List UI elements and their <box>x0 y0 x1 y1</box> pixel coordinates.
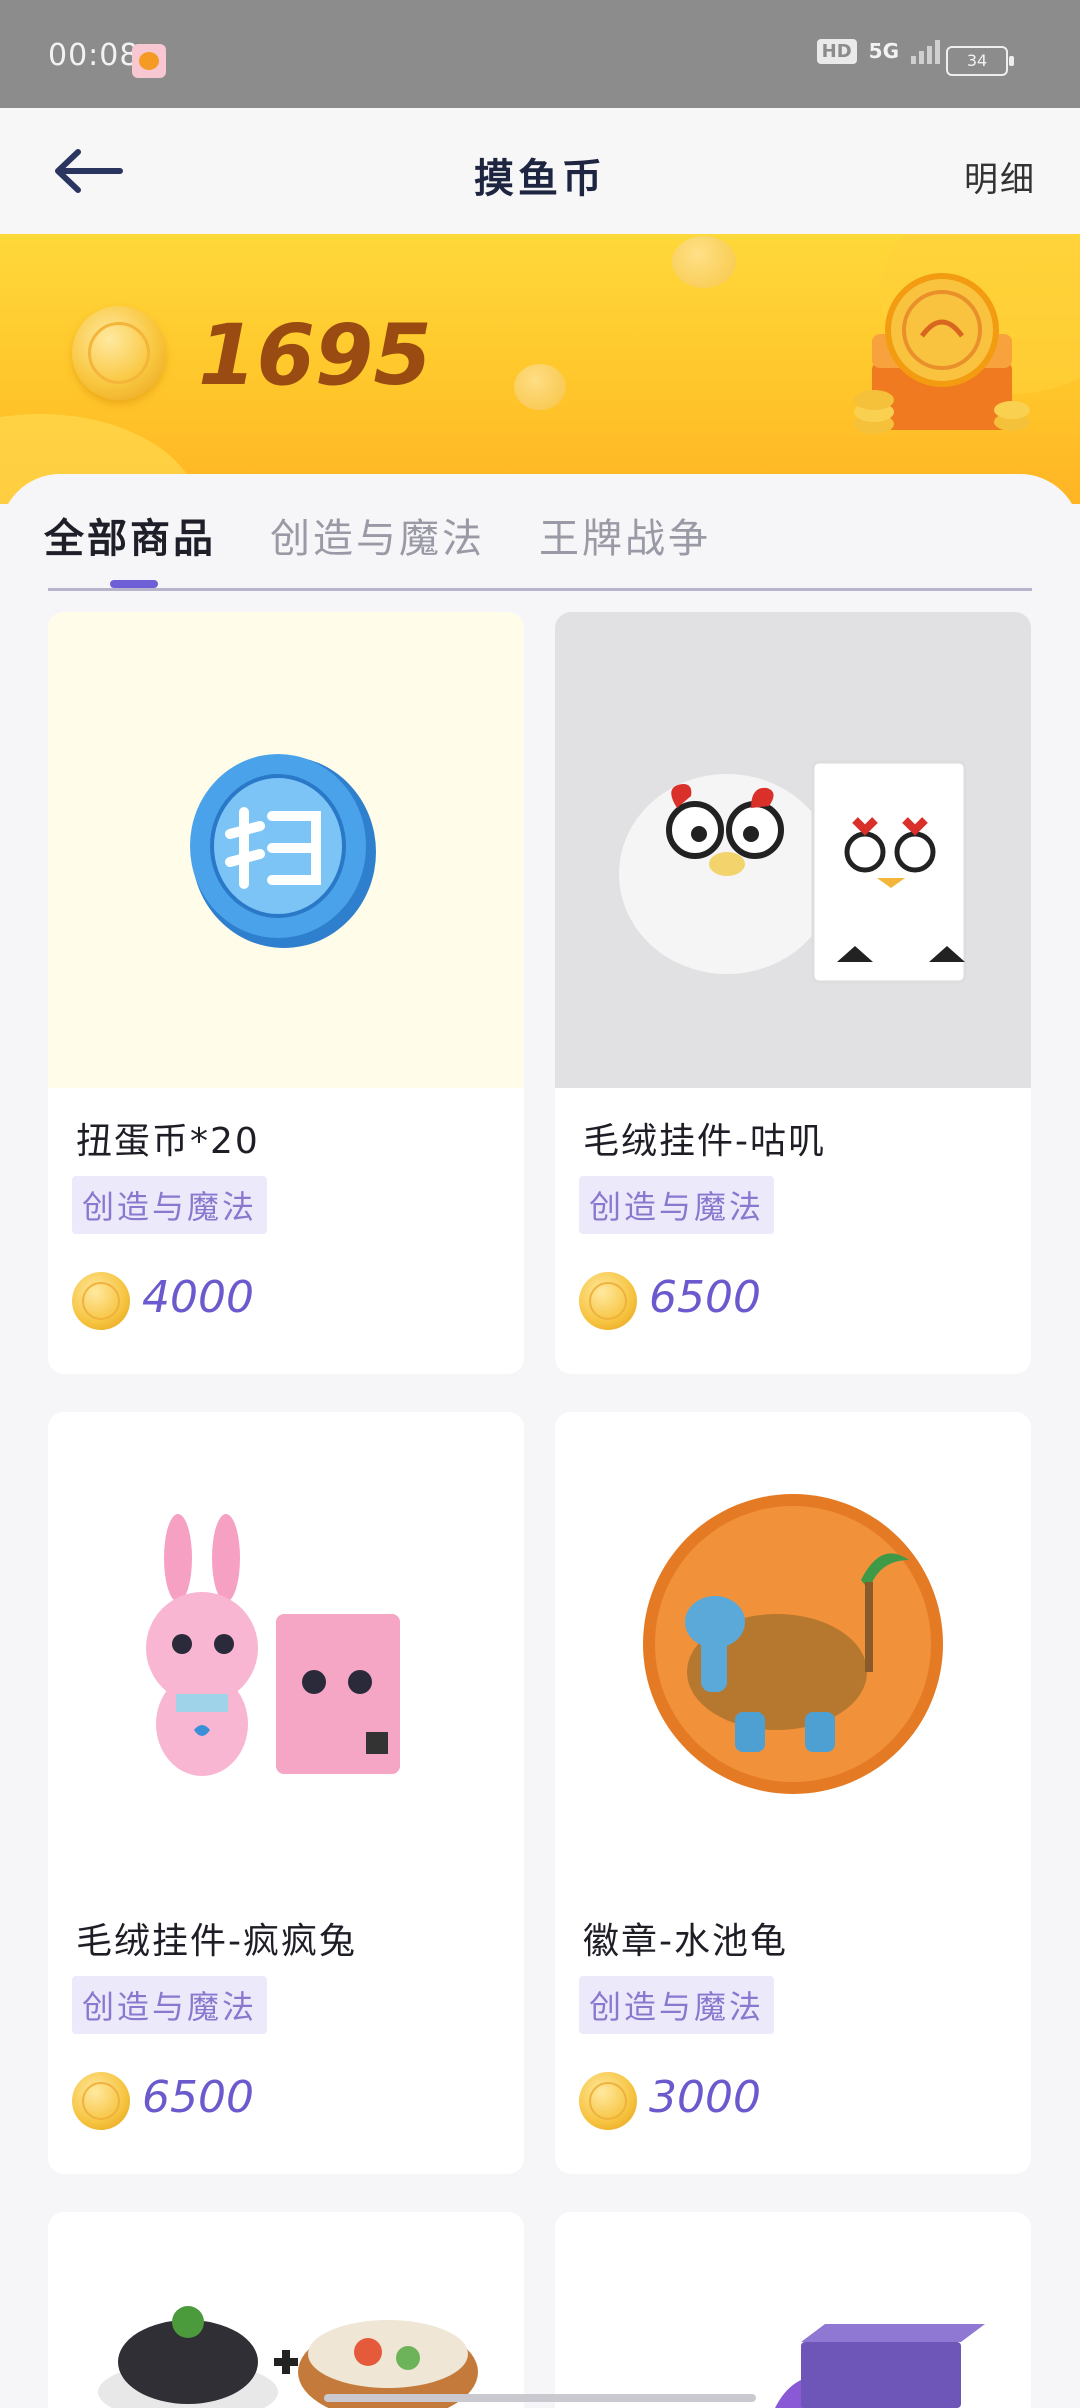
category-tabs: 全部商品 创造与魔法 王牌战争 <box>44 506 711 564</box>
product-name: 毛绒挂件-疯疯兔 <box>76 1921 357 1962</box>
product-image <box>555 1412 1031 1888</box>
purple-box-icon <box>775 2324 985 2408</box>
product-card[interactable]: 扭蛋币*20 创造与魔法 4000 <box>48 612 524 1374</box>
fish-coin-icon <box>72 306 166 400</box>
floating-coin-icon <box>672 236 736 288</box>
product-price: 6500 <box>142 2072 254 2123</box>
battery-icon: 34 <box>946 46 1014 76</box>
bunny-plush-icon <box>146 1514 400 1776</box>
product-card[interactable]: 毛绒挂件-疯疯兔 创造与魔法 6500 <box>48 1412 524 2174</box>
floating-coin-icon <box>514 364 566 410</box>
active-tab-indicator <box>110 580 158 588</box>
product-price: 6500 <box>649 1272 761 1323</box>
signal-icon <box>911 38 940 64</box>
fish-coin-icon <box>72 1272 130 1330</box>
product-image <box>48 1412 524 1888</box>
product-image <box>48 612 524 1088</box>
status-time: 00:08 <box>48 38 140 73</box>
treasure-chest-icon <box>854 273 1030 434</box>
tab-all-products[interactable]: 全部商品 <box>44 506 216 564</box>
product-tag: 创造与魔法 <box>579 1176 775 1234</box>
product-tag: 创造与魔法 <box>72 1976 268 2034</box>
app-header: 摸鱼币 明细 <box>0 108 1080 234</box>
status-indicators: HD 5G <box>816 38 940 64</box>
tab-creation-magic[interactable]: 创造与魔法 <box>270 506 485 564</box>
fish-coin-icon <box>579 1272 637 1330</box>
app-notification-icon <box>132 44 166 78</box>
product-tag: 创造与魔法 <box>579 1976 775 2034</box>
product-card[interactable] <box>48 2212 524 2408</box>
product-card[interactable]: 徽章-水池龟 创造与魔法 3000 <box>555 1412 1031 2174</box>
product-price: 3000 <box>649 2072 761 2123</box>
balance-banner: 1695 <box>0 234 1080 504</box>
fish-coin-icon <box>72 2072 130 2130</box>
hd-icon: HD <box>816 38 857 64</box>
product-tag: 创造与魔法 <box>72 1176 268 1234</box>
badge-icon <box>643 1494 943 1794</box>
product-name: 徽章-水池龟 <box>583 1921 788 1962</box>
home-indicator[interactable] <box>324 2394 756 2402</box>
product-price: 4000 <box>142 1272 254 1323</box>
product-card[interactable]: 毛绒挂件-咕叽 创造与魔法 6500 <box>555 612 1031 1374</box>
product-image <box>555 612 1031 1088</box>
tab-ace-war[interactable]: 王牌战争 <box>539 506 711 564</box>
page-title: 摸鱼币 <box>474 156 606 202</box>
chick-plush-icon <box>619 760 967 984</box>
product-name: 扭蛋币*20 <box>76 1121 260 1162</box>
detail-button[interactable]: 明细 <box>964 152 1036 201</box>
fish-coin-icon <box>579 2072 637 2130</box>
product-name: 毛绒挂件-咕叽 <box>583 1121 826 1162</box>
blue-coin-icon <box>190 754 376 948</box>
food-bowls-icon <box>98 2306 478 2408</box>
tab-divider <box>48 588 1032 591</box>
network-type: 5G <box>868 39 899 63</box>
status-bar: 00:08 HD 5G 34 <box>0 0 1080 108</box>
coin-balance: 1695 <box>198 306 432 404</box>
product-card[interactable] <box>555 2212 1031 2408</box>
